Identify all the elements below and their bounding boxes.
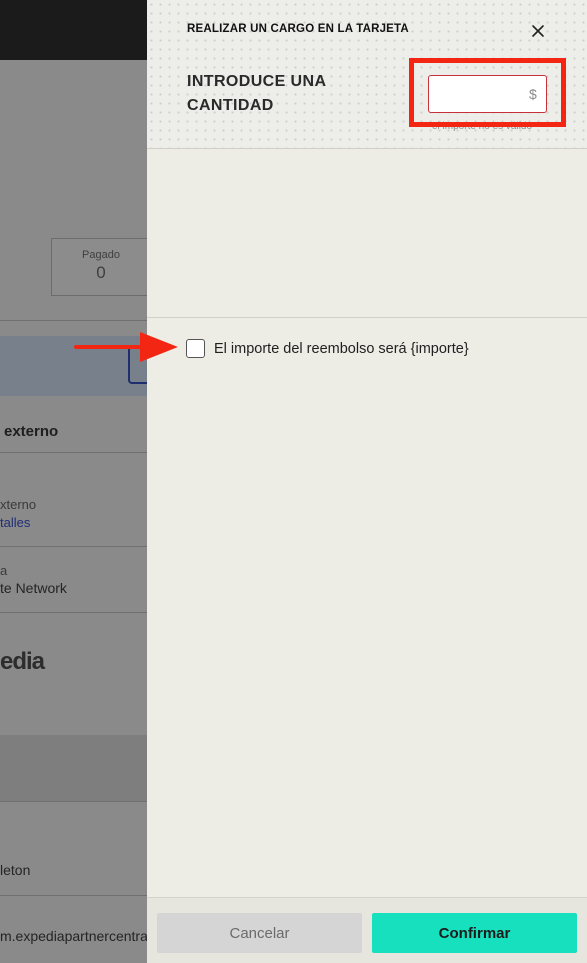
background-divider	[0, 452, 147, 453]
background-divider	[0, 801, 147, 802]
paid-summary-card: Pagado 0	[51, 238, 147, 296]
background-band-button	[128, 346, 147, 384]
background-section-heading: externo	[4, 423, 59, 440]
background-topbar	[0, 0, 147, 60]
background-row-value: m.expediapartnercentral.	[0, 928, 147, 944]
background-page: Pagado 0 externo xterno talles a te Netw…	[0, 0, 147, 963]
background-action-band	[0, 336, 147, 396]
close-button[interactable]	[527, 20, 549, 42]
header-divider	[147, 148, 587, 149]
background-divider	[0, 320, 147, 321]
background-logo: edia	[0, 648, 45, 675]
drawer-title: REALIZAR UN CARGO EN LA TARJETA	[187, 23, 409, 35]
background-divider	[0, 895, 147, 896]
refund-checkbox[interactable]	[186, 339, 205, 358]
background-row-link: talles	[0, 515, 31, 530]
amount-label: INTRODUCE UNA CANTIDAD	[187, 73, 326, 114]
paid-value: 0	[96, 263, 106, 282]
refund-option[interactable]: El importe del reembolso será {importe}	[186, 339, 469, 358]
background-row-label: xterno	[0, 497, 37, 512]
confirm-button[interactable]: Confirmar	[372, 913, 577, 953]
section-divider	[147, 317, 587, 318]
paid-label: Pagado	[82, 249, 120, 261]
drawer-footer: Cancelar Confirmar	[147, 897, 587, 963]
background-divider	[0, 546, 147, 547]
cancel-button[interactable]: Cancelar	[157, 913, 362, 953]
background-row-label: a	[0, 563, 8, 578]
charge-card-drawer: REALIZAR UN CARGO EN LA TARJETA INTRODUC…	[147, 0, 587, 963]
background-divider	[0, 612, 147, 613]
annotation-highlight-box	[409, 58, 566, 127]
refund-checkbox-label: El importe del reembolso será {importe}	[214, 340, 469, 357]
background-row-value: te Network	[0, 580, 67, 596]
close-icon	[532, 25, 544, 37]
background-gray-block	[0, 735, 147, 801]
background-row-value: leton	[0, 862, 31, 878]
